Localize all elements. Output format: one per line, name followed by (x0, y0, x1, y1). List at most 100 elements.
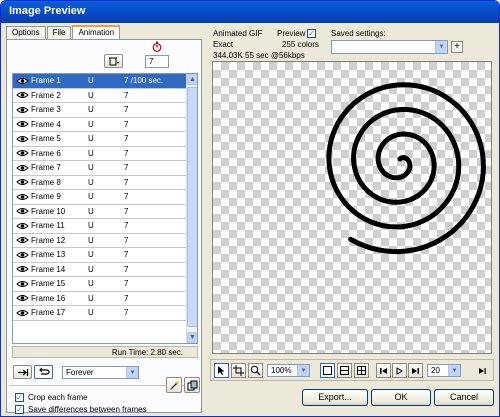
frame-row[interactable]: Frame 15 U 7 (13, 277, 187, 292)
frame-disposal[interactable]: U (88, 250, 94, 259)
frame-number-select[interactable]: 20 ▼ (427, 364, 461, 377)
play-button[interactable] (392, 363, 407, 378)
frame-delay[interactable]: 7 (124, 105, 128, 114)
frame-delay[interactable]: 7 (124, 163, 128, 172)
save-differences-checkbox[interactable]: ✓ (15, 405, 24, 414)
frame-disposal[interactable]: U (88, 294, 94, 303)
frame-row[interactable]: Frame 5 U 7 (13, 132, 187, 147)
quad-view-button[interactable] (354, 363, 369, 378)
frame-row[interactable]: Frame 7 U 7 (13, 161, 187, 176)
play-once-button[interactable] (13, 365, 32, 379)
frame-row[interactable]: Frame 4 U 7 (13, 118, 187, 132)
eye-icon[interactable] (16, 91, 29, 99)
frame-disposal[interactable]: U (88, 265, 94, 274)
frame-delay[interactable]: 7 (124, 192, 128, 201)
last-frame-button[interactable] (408, 363, 423, 378)
loop-button[interactable] (34, 365, 53, 379)
frame-delay[interactable]: 7 (124, 207, 128, 216)
eye-icon[interactable] (16, 265, 29, 273)
frame-disposal[interactable]: U (88, 149, 94, 158)
frame-row[interactable]: Frame 9 U 7 (13, 190, 187, 205)
scroll-thumb[interactable] (187, 87, 197, 327)
pointer-tool-button[interactable] (214, 363, 229, 378)
frame-delay[interactable]: 7 (124, 308, 128, 317)
eye-icon[interactable] (16, 251, 29, 259)
frame-delay[interactable]: 7 (124, 120, 128, 129)
frame-delay[interactable]: 7 (124, 250, 128, 259)
frame-disposal[interactable]: U (88, 221, 94, 230)
eye-icon[interactable] (16, 236, 29, 244)
scroll-up-button[interactable]: ▲ (187, 74, 197, 85)
frame-delay[interactable]: 7 (124, 279, 128, 288)
frame-delay[interactable]: 7 (124, 134, 128, 143)
eye-icon[interactable] (16, 164, 29, 172)
frame-row[interactable]: Frame 13 U 7 (13, 248, 187, 263)
export-button[interactable]: Export... (302, 389, 368, 406)
chevron-down-icon[interactable]: ▼ (126, 367, 138, 378)
frame-row[interactable]: Frame 14 U 7 (13, 263, 187, 277)
frame-list-scrollbar[interactable]: ▲ ▼ (186, 74, 197, 343)
eye-icon[interactable] (16, 135, 29, 143)
eye-icon[interactable] (16, 149, 29, 157)
frame-disposal[interactable]: U (88, 178, 94, 187)
single-view-button[interactable] (320, 363, 335, 378)
zoom-select[interactable]: 100% ▼ (267, 364, 310, 377)
distribute-button[interactable] (166, 377, 182, 393)
frame-row[interactable]: Frame 12 U 7 (13, 234, 187, 248)
zoom-tool-button[interactable] (248, 363, 263, 378)
tab-animation[interactable]: Animation (72, 25, 121, 40)
frame-disposal[interactable]: U (88, 134, 94, 143)
add-setting-button[interactable]: + (451, 41, 463, 53)
tab-file[interactable]: File (46, 26, 72, 39)
frame-row[interactable]: Frame 17 U 7 (13, 306, 187, 321)
eye-icon[interactable] (16, 106, 29, 114)
frame-row[interactable]: Frame 11 U 7 (13, 219, 187, 234)
cancel-button[interactable]: Cancel (434, 389, 494, 406)
frame-delay[interactable]: 7 (124, 149, 128, 158)
frame-delay[interactable]: 7 /100 sec. (124, 76, 163, 85)
frame-delay-input[interactable]: 7 (145, 55, 169, 68)
eye-icon[interactable] (16, 294, 29, 302)
frame-disposal[interactable]: U (88, 279, 94, 288)
frame-disposal[interactable]: U (88, 308, 94, 317)
frame-delay[interactable]: 7 (124, 236, 128, 245)
ok-button[interactable]: OK (371, 389, 431, 406)
delete-frame-button[interactable] (104, 54, 123, 68)
frame-row[interactable]: Frame 16 U 7 (13, 292, 187, 306)
next-frame-button[interactable] (475, 363, 490, 378)
saved-settings-select[interactable]: ▼ (331, 40, 448, 54)
tab-options[interactable]: Options (6, 26, 46, 39)
chevron-down-icon[interactable]: ▼ (448, 365, 460, 376)
chevron-down-icon[interactable]: ▼ (297, 365, 309, 376)
frame-row[interactable]: Frame 8 U 7 (13, 176, 187, 190)
frame-disposal[interactable]: U (88, 91, 94, 100)
chevron-down-icon[interactable]: ▼ (435, 41, 447, 53)
split-view-button[interactable] (337, 363, 352, 378)
frame-disposal[interactable]: U (88, 192, 94, 201)
image-preview-canvas[interactable] (212, 61, 492, 354)
frame-delay[interactable]: 7 (124, 265, 128, 274)
frame-delay[interactable]: 7 (124, 178, 128, 187)
preview-checkbox[interactable]: ✓ (307, 29, 316, 38)
eye-icon[interactable] (16, 178, 29, 186)
eye-icon[interactable] (16, 222, 29, 230)
export-frames-button[interactable] (184, 377, 200, 393)
eye-icon[interactable] (16, 193, 29, 201)
eye-icon[interactable] (16, 309, 29, 317)
eye-icon[interactable] (16, 120, 29, 128)
frame-delay[interactable]: 7 (124, 91, 128, 100)
frame-disposal[interactable]: U (88, 236, 94, 245)
crop-tool-button[interactable] (231, 363, 246, 378)
frame-row[interactable]: Frame 3 U 7 (13, 103, 187, 118)
eye-icon[interactable] (16, 207, 29, 215)
first-frame-button[interactable] (376, 363, 391, 378)
frame-delay[interactable]: 7 (124, 294, 128, 303)
eye-icon[interactable] (16, 77, 29, 85)
frame-row[interactable]: Frame 10 U 7 (13, 205, 187, 219)
frame-disposal[interactable]: U (88, 120, 94, 129)
loop-count-select[interactable]: Forever ▼ (62, 366, 139, 379)
frame-row[interactable]: Frame 2 U 7 (13, 89, 187, 103)
crop-each-frame-checkbox[interactable]: ✓ (15, 393, 24, 402)
frame-disposal[interactable]: U (88, 163, 94, 172)
frame-disposal[interactable]: U (88, 207, 94, 216)
